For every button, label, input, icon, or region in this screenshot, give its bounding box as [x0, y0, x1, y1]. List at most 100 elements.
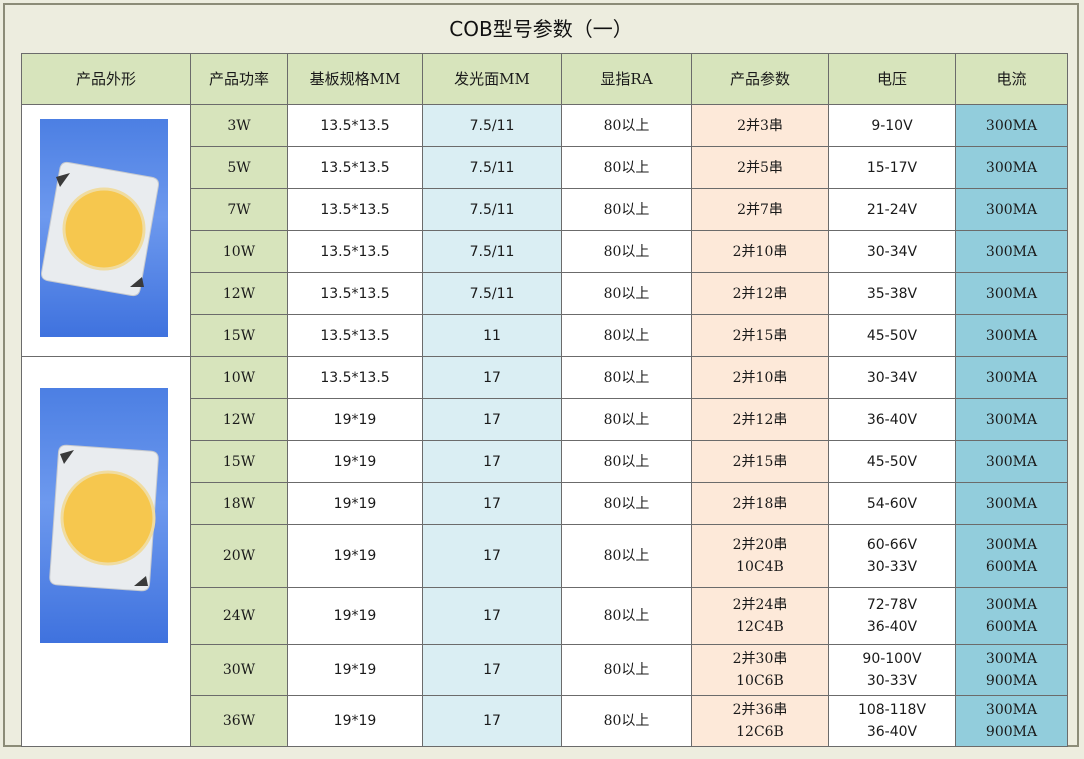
param-line: 2并12串: [732, 285, 788, 302]
emit-cell: 11: [422, 314, 562, 357]
voltage-line: 9-10V: [871, 117, 913, 134]
header-emit: 发光面MM: [422, 53, 562, 105]
voltage-line: 30-34V: [866, 243, 918, 260]
substrate-cell: 19*19: [287, 695, 423, 747]
voltage-cell: 36-40V: [828, 398, 956, 441]
param-line: 12C4B: [736, 619, 784, 635]
current-line: 600MA: [985, 619, 1038, 635]
current-line: 300MA: [985, 651, 1038, 667]
current-cell: 300MA: [955, 356, 1068, 399]
header-power: 产品功率: [190, 53, 288, 105]
product-shape-cell: [21, 104, 191, 357]
current-line: 300MA: [985, 159, 1038, 176]
current-line: 300MA: [985, 243, 1038, 260]
param-cell: 2并20串 10C4B: [691, 524, 829, 588]
param-cell: 2并10串: [691, 356, 829, 399]
voltage-cell: 9-10V: [828, 104, 956, 147]
voltage-cell: 45-50V: [828, 440, 956, 483]
voltage-line: 30-34V: [866, 369, 918, 386]
power-cell: 12W: [190, 398, 288, 441]
current-line: 300MA: [985, 285, 1038, 302]
current-cell: 300MA 900MA: [955, 644, 1068, 696]
substrate-cell: 13.5*13.5: [287, 146, 423, 189]
current-cell: 300MA: [955, 482, 1068, 525]
voltage-cell: 72-78V 36-40V: [828, 587, 956, 645]
voltage-line: 35-38V: [866, 285, 918, 302]
param-cell: 2并12串: [691, 272, 829, 315]
voltage-cell: 90-100V 30-33V: [828, 644, 956, 696]
ra-cell: 80以上: [561, 644, 692, 696]
substrate-cell: 13.5*13.5: [287, 230, 423, 273]
current-cell: 300MA: [955, 398, 1068, 441]
ra-cell: 80以上: [561, 146, 692, 189]
substrate-cell: 19*19: [287, 587, 423, 645]
power-cell: 15W: [190, 440, 288, 483]
param-cell: 2并3串: [691, 104, 829, 147]
header-ra: 显指RA: [561, 53, 692, 105]
voltage-cell: 35-38V: [828, 272, 956, 315]
emit-cell: 7.5/11: [422, 146, 562, 189]
ra-cell: 80以上: [561, 524, 692, 588]
voltage-line: 45-50V: [866, 453, 918, 470]
ra-cell: 80以上: [561, 230, 692, 273]
voltage-cell: 45-50V: [828, 314, 956, 357]
current-cell: 300MA 600MA: [955, 524, 1068, 588]
emit-cell: 17: [422, 398, 562, 441]
voltage-line: 45-50V: [866, 327, 918, 344]
current-line: 300MA: [985, 369, 1038, 386]
emit-cell: 17: [422, 524, 562, 588]
voltage-line: 30-33V: [866, 559, 918, 575]
cob-chip-13-5-photo: [40, 119, 168, 337]
power-cell: 18W: [190, 482, 288, 525]
ra-cell: 80以上: [561, 356, 692, 399]
current-line: 300MA: [985, 495, 1038, 512]
sheet-frame: COB型号参数（一） 产品外形 产品功率 基板规格MM 发光面MM 显指RA 产…: [3, 3, 1079, 747]
voltage-cell: 108-118V 36-40V: [828, 695, 956, 747]
voltage-line: 36-40V: [866, 619, 918, 635]
power-cell: 10W: [190, 356, 288, 399]
current-cell: 300MA 600MA: [955, 587, 1068, 645]
substrate-cell: 19*19: [287, 644, 423, 696]
substrate-cell: 13.5*13.5: [287, 104, 423, 147]
power-cell: 3W: [190, 104, 288, 147]
substrate-cell: 13.5*13.5: [287, 356, 423, 399]
emit-cell: 7.5/11: [422, 230, 562, 273]
spec-table: 产品外形 产品功率 基板规格MM 发光面MM 显指RA 产品参数 电压 电流 3…: [21, 53, 1068, 747]
chip-svg: [49, 444, 159, 592]
emit-cell: 17: [422, 440, 562, 483]
current-cell: 300MA: [955, 314, 1068, 357]
current-line: 300MA: [985, 411, 1038, 428]
param-cell: 2并12串: [691, 398, 829, 441]
voltage-line: 15-17V: [866, 159, 918, 176]
voltage-line: 60-66V: [866, 537, 918, 553]
param-line: 2并15串: [732, 453, 788, 470]
current-cell: 300MA: [955, 188, 1068, 231]
voltage-cell: 30-34V: [828, 230, 956, 273]
power-cell: 5W: [190, 146, 288, 189]
sheet-title: COB型号参数（一）: [449, 16, 633, 41]
current-line: 300MA: [985, 327, 1038, 344]
current-line: 300MA: [985, 597, 1038, 613]
param-cell: 2并7串: [691, 188, 829, 231]
param-cell: 2并18串: [691, 482, 829, 525]
param-line: 2并30串: [732, 651, 788, 667]
power-cell: 24W: [190, 587, 288, 645]
param-line: 12C6B: [736, 724, 784, 740]
power-cell: 30W: [190, 644, 288, 696]
current-line: 300MA: [985, 702, 1038, 718]
param-line: 2并36串: [732, 702, 788, 718]
spec-body: 3W 13.5*13.5 7.5/11 80以上 2并3串 9-10V 300MA 5W 13.…: [21, 104, 1068, 747]
voltage-line: 108-118V: [857, 702, 927, 718]
current-cell: 300MA: [955, 104, 1068, 147]
voltage-cell: 54-60V: [828, 482, 956, 525]
substrate-cell: 13.5*13.5: [287, 188, 423, 231]
param-cell: 2并5串: [691, 146, 829, 189]
param-line: 2并3串: [737, 117, 783, 134]
power-cell: 7W: [190, 188, 288, 231]
voltage-line: 36-40V: [866, 724, 918, 740]
power-cell: 20W: [190, 524, 288, 588]
voltage-cell: 60-66V 30-33V: [828, 524, 956, 588]
current-line: 300MA: [985, 201, 1038, 218]
emit-cell: 7.5/11: [422, 104, 562, 147]
param-line: 2并7串: [737, 201, 783, 218]
